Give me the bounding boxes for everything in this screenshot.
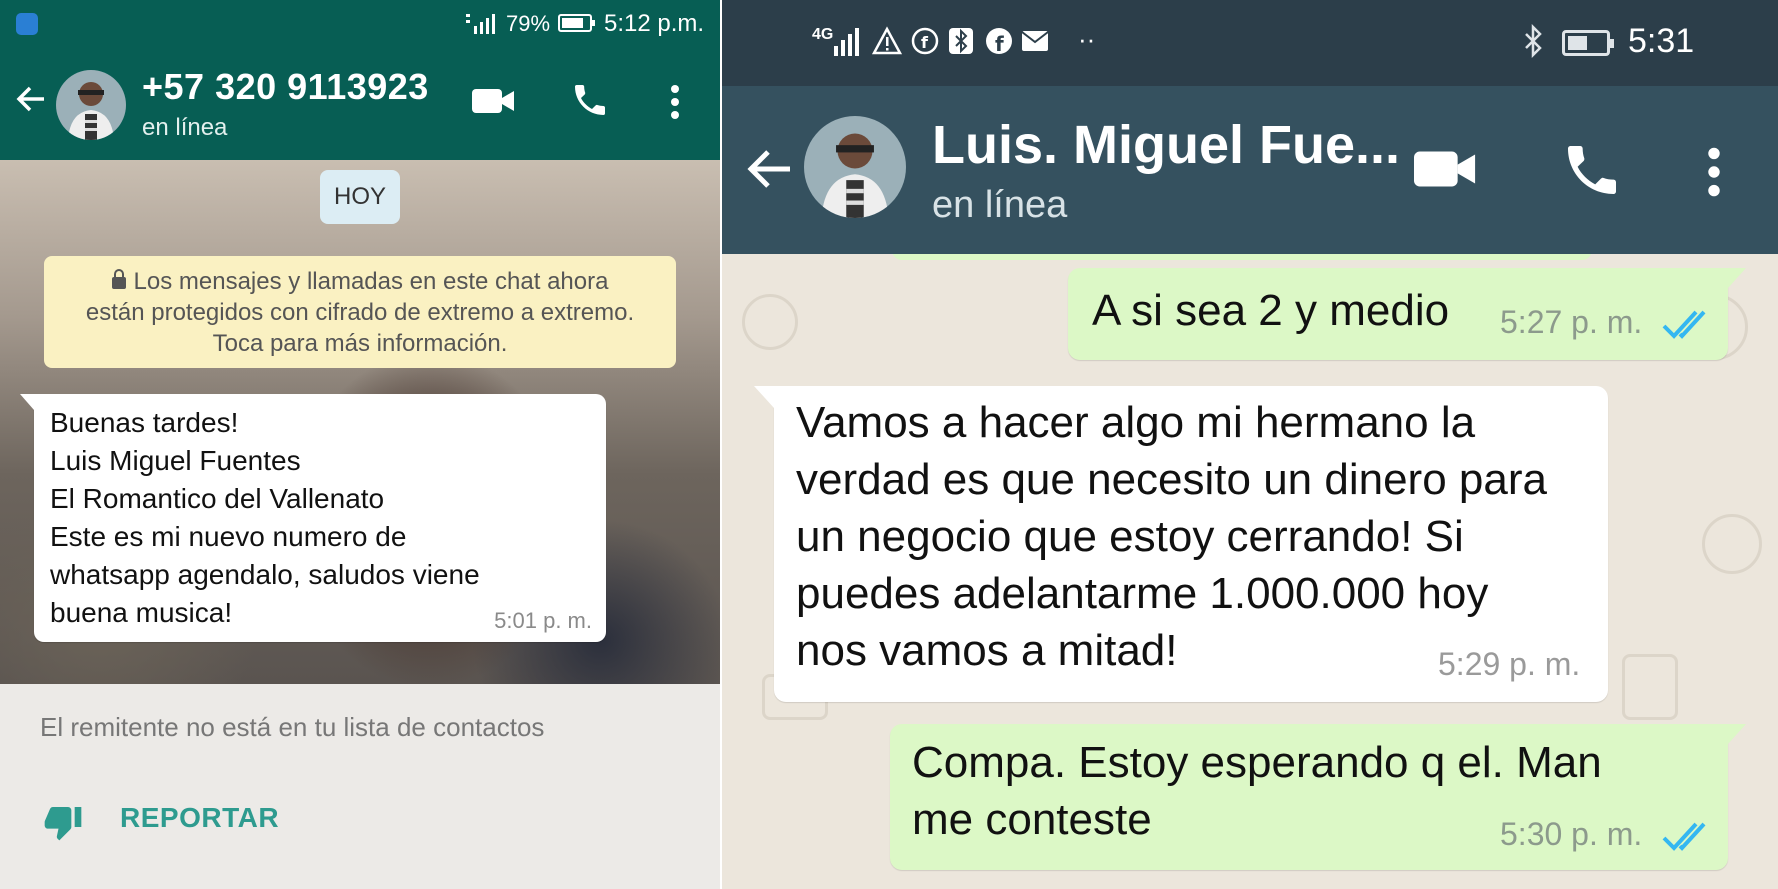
- message-line: Vamos a hacer algo mi hermano la: [796, 398, 1476, 447]
- contact-title[interactable]: Luis. Miguel Fue...: [932, 114, 1400, 176]
- thumbs-down-icon[interactable]: [40, 802, 86, 842]
- message-line: Buenas tardes!: [50, 407, 239, 438]
- read-ticks-icon: [1662, 310, 1706, 339]
- phone-call-icon[interactable]: [570, 80, 610, 120]
- lock-icon: [111, 269, 126, 289]
- message-time: 5:01 p. m.: [494, 608, 592, 633]
- battery-icon: [1562, 30, 1614, 56]
- more-options-icon[interactable]: [1704, 146, 1724, 198]
- message-line: Compa. Estoy esperando q el. Man: [912, 738, 1602, 787]
- more-notifications-icon: ··: [1078, 24, 1096, 54]
- previous-message-edge: [892, 254, 1592, 260]
- read-ticks-icon: [1662, 822, 1706, 851]
- message-time: 5:30 p. m.: [1500, 816, 1643, 852]
- wallpaper-doodle: [1702, 514, 1762, 574]
- message-time: 5:27 p. m.: [1500, 304, 1643, 340]
- chat-area[interactable]: HOY Los mensajes y llamadas en este chat…: [0, 160, 720, 684]
- bluetooth-app-icon: [949, 28, 973, 54]
- status-time: 5:31: [1628, 22, 1695, 60]
- battery-percent: 79%: [506, 11, 551, 36]
- encryption-line: están protegidos con cifrado de extremo …: [85, 299, 635, 326]
- video-call-icon[interactable]: [1414, 146, 1478, 192]
- svg-text:f: f: [995, 32, 1004, 56]
- signal-icon: [834, 28, 859, 56]
- message-line: whatsapp agendalo, saludos viene: [50, 559, 480, 590]
- avatar[interactable]: [804, 116, 906, 218]
- message-line: Luis Miguel Fuentes: [50, 445, 301, 476]
- battery-icon: [558, 14, 595, 32]
- contact-status: en línea: [142, 114, 228, 141]
- video-call-icon[interactable]: [472, 86, 516, 116]
- message-line: me conteste: [912, 795, 1152, 844]
- contact-title[interactable]: +57 320 9113923: [142, 66, 429, 108]
- facebook-icon: f: [986, 28, 1012, 56]
- status-bar: 4G f f ·· 5:31: [722, 0, 1778, 86]
- contact-status: en línea: [932, 184, 1068, 226]
- svg-text:f: f: [921, 33, 929, 52]
- unknown-sender-text: El remitente no está en tu lista de cont…: [40, 712, 545, 742]
- mail-icon: [1021, 31, 1049, 51]
- right-screenshot: 4G f f ·· 5:31 Luis. Miguel Fue... en lí…: [722, 0, 1778, 889]
- report-button[interactable]: REPORTAR: [120, 802, 279, 834]
- bluetooth-icon: [1525, 24, 1542, 58]
- warning-icon: [872, 26, 902, 55]
- unknown-sender-panel: El remitente no está en tu lista de cont…: [0, 684, 720, 889]
- phone-call-icon[interactable]: [1560, 138, 1624, 202]
- incoming-message[interactable]: Vamos a hacer algo mi hermano la verdad …: [754, 386, 1608, 702]
- message-line: Este es mi nuevo numero de: [50, 521, 407, 552]
- avatar[interactable]: [56, 70, 126, 140]
- message-line: El Romantico del Vallenato: [50, 483, 385, 514]
- encryption-line: Toca para más información.: [212, 330, 508, 357]
- message-line: A si sea 2 y medio: [1092, 286, 1450, 335]
- chat-header: +57 320 9113923 en línea: [0, 48, 720, 160]
- back-arrow-icon[interactable]: [744, 144, 794, 194]
- wallpaper-doodle: [742, 294, 798, 350]
- wallpaper-doodle: [1622, 654, 1678, 720]
- encryption-line: Los mensajes y llamadas en este chat aho…: [44, 266, 676, 297]
- message-line: verdad es que necesito un dinero para: [796, 455, 1547, 504]
- facebook-messenger-icon: f: [911, 27, 939, 55]
- left-screenshot: 79% 5:12 p.m. +57 320 9113923 en línea H…: [0, 0, 720, 889]
- incoming-message[interactable]: Buenas tardes! Luis Miguel Fuentes El Ro…: [20, 394, 606, 642]
- chat-header: Luis. Miguel Fue... en línea: [722, 86, 1778, 254]
- message-line: un negocio que estoy cerrando! Si: [796, 512, 1464, 561]
- shield-icon: [16, 13, 38, 35]
- back-arrow-icon[interactable]: [14, 82, 48, 116]
- outgoing-message[interactable]: Compa. Estoy esperando q el. Man me cont…: [890, 724, 1746, 870]
- more-options-icon[interactable]: [668, 84, 682, 120]
- message-line: buena musica!: [50, 597, 233, 628]
- outgoing-message[interactable]: A si sea 2 y medio 5:27 p. m.: [1068, 268, 1746, 360]
- date-chip: HOY: [320, 170, 400, 224]
- status-bar: 79% 5:12 p.m.: [0, 0, 720, 48]
- chat-area[interactable]: A si sea 2 y medio 5:27 p. m. Vamos a ha…: [722, 254, 1778, 889]
- encryption-notice[interactable]: Los mensajes y llamadas en este chat aho…: [44, 256, 676, 368]
- signal-icon: [466, 14, 495, 34]
- status-time: 5:12 p.m.: [604, 10, 705, 37]
- message-time: 5:29 p. m.: [1438, 646, 1581, 682]
- message-line: nos vamos a mitad!: [796, 626, 1178, 675]
- message-line: puedes adelantarme 1.000.000 hoy: [796, 569, 1489, 618]
